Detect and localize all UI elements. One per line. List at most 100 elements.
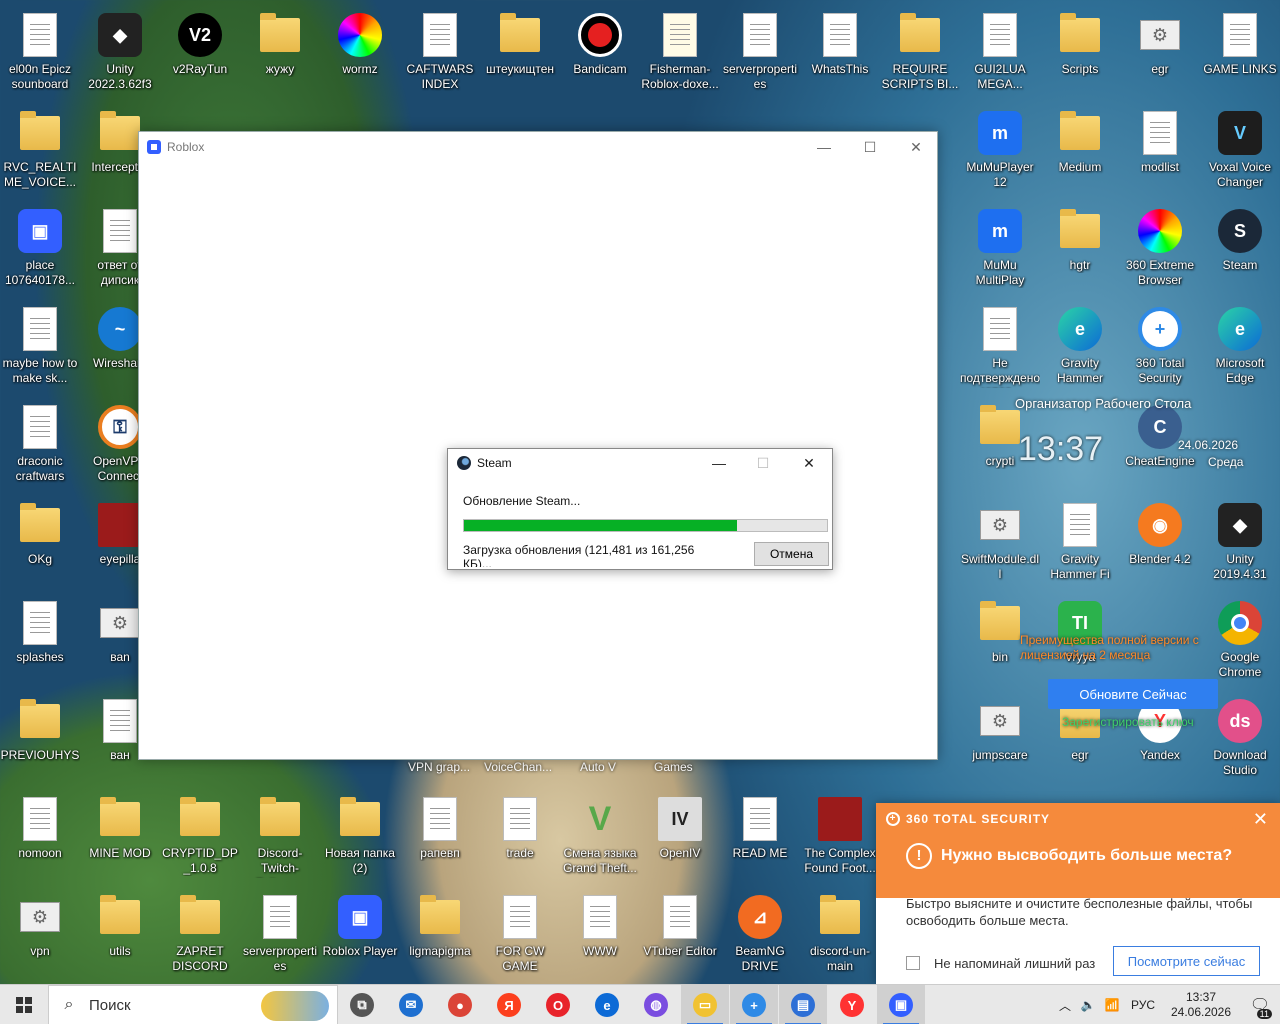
desktop-icon[interactable]: wormz [320,6,400,102]
register-key-link[interactable]: Зарегистрировать ключ [1062,715,1194,729]
desktop-icon[interactable]: ▣ place 107640178... [0,202,80,298]
desktop-icon[interactable]: trade [480,790,560,886]
desktop-icon[interactable]: e Gravity Hammer [1040,300,1120,396]
desktop-icon[interactable]: maybe how to make sk... [0,300,80,396]
desktop-icon[interactable]: VTuber Editor [640,888,720,984]
desktop-icon[interactable]: CAFTWARS INDEX [400,6,480,102]
desktop-icon[interactable]: utils [80,888,160,984]
desktop-icon[interactable]: e Microsoft Edge [1200,300,1280,396]
desktop-icon[interactable]: Новая папка (2) [320,790,400,886]
taskbar-search[interactable]: ⌕ Поиск [48,985,338,1024]
desktop-icon[interactable]: CRYPTID_DP_1.0.8 [160,790,240,886]
taskbar-app-window-app[interactable]: ▤ [779,985,827,1024]
desktop-icon[interactable]: ⚙ vpn [0,888,80,984]
desktop-icon[interactable]: Gravity Hammer Fi [1040,496,1120,592]
taskbar-app-opera[interactable]: O [534,985,582,1024]
desktop-icon[interactable]: ligmapigma [400,888,480,984]
steam-minimize-button[interactable]: — [696,449,742,477]
taskbar-app-mail[interactable]: ✉ [387,985,435,1024]
language-indicator[interactable]: РУС [1124,998,1162,1012]
desktop-icon[interactable]: m MuMuPlayer 12 [960,104,1040,200]
desktop-icon[interactable]: WhatsThis [800,6,880,102]
desktop-icon[interactable]: IV OpenIV [640,790,720,886]
desktop-icon[interactable]: RVC_REALTIME_VOICE... [0,104,80,200]
desktop-icon[interactable]: ⚙ egr [1120,6,1200,102]
steam-close-button[interactable]: ✕ [786,449,832,477]
desktop-icon[interactable]: Bandicam [560,6,640,102]
desktop-icon[interactable]: Не подтверждено 40723... [960,300,1040,396]
desktop-icon[interactable]: REQUIRE SCRIPTS BI... [880,6,960,102]
taskbar-app-edge[interactable]: e [583,985,631,1024]
desktop-icon[interactable]: OKg [0,496,80,592]
view-now-button[interactable]: Посмотрите сейчас [1113,946,1260,976]
network-icon[interactable]: 📶 [1100,998,1124,1012]
desktop-icon[interactable]: Discord-Twitch-Follow-... [240,790,320,886]
desktop-icon[interactable]: el00n Epicz sounboard [0,6,80,102]
tray-overflow-icon[interactable]: ︿ [1054,997,1076,1014]
desktop-icon[interactable]: V Смена языка Grand Theft... [560,790,640,886]
desktop-icon[interactable]: The Complex Found Foot... [800,790,880,886]
dont-remind-label[interactable]: Не напоминай лишний раз [934,956,1095,971]
desktop-icon[interactable]: READ ME [720,790,800,886]
notification-center-icon[interactable]: 🗨 11 [1240,995,1280,1019]
security-notification[interactable]: + 360 TOTAL SECURITY ✕ ! Нужно высвободи… [876,803,1280,984]
desktop-icon[interactable]: Medium [1040,104,1120,200]
roblox-close-button[interactable]: ✕ [893,132,939,162]
desktop-icon[interactable]: Scripts [1040,6,1120,102]
desktop-icon[interactable]: ◆ Unity 2019.4.31 [1200,496,1280,592]
desktop-icon-label-partial[interactable]: VPN grap... [408,760,470,774]
desktop-icon[interactable]: V2 v2RayTun [160,6,240,102]
desktop-icon-label-partial[interactable]: VoiceChan... [484,760,552,774]
desktop-icon[interactable]: S Steam [1200,202,1280,298]
desktop-icon[interactable]: V Voxal Voice Changer [1200,104,1280,200]
desktop-icon[interactable]: рапевп [400,790,480,886]
desktop-icon[interactable]: PREVIOUHYS [0,692,80,788]
roblox-minimize-button[interactable]: — [801,132,847,162]
steam-update-dialog[interactable]: Steam — ☐ ✕ Обновление Steam... Загрузка… [447,448,833,570]
desktop-icon[interactable]: ⚙ jumpscare [960,692,1040,788]
roblox-maximize-button[interactable]: ☐ [847,132,893,162]
roblox-window[interactable]: Roblox — ☐ ✕ [138,131,938,760]
desktop-icon[interactable]: draconic craftwars [0,398,80,494]
desktop-icon[interactable]: GUI2LUA MEGA... [960,6,1040,102]
desktop-icon[interactable]: Fisherman-Roblox-doxe... [640,6,720,102]
desktop-icon[interactable]: +360 Total Security [1120,300,1200,396]
desktop-icon[interactable]: ◉ Blender 4.2 [1120,496,1200,592]
desktop-icon[interactable]: modlist [1120,104,1200,200]
taskbar-app-task-view[interactable]: ⧉ [338,985,386,1024]
desktop-icon[interactable]: 360 Extreme Browser [1120,202,1200,298]
desktop-icon[interactable]: ZAPRET DISCORD [160,888,240,984]
desktop-icon[interactable]: serverproperties [240,888,320,984]
desktop-icon[interactable]: MINE MOD [80,790,160,886]
desktop-icon[interactable]: ◆ Unity 2022.3.62f3 [80,6,160,102]
dont-remind-checkbox[interactable] [906,956,920,970]
desktop-icon-label-partial[interactable]: Auto V [580,760,616,774]
desktop-icon-label-partial[interactable]: Games [654,760,693,774]
desktop-icon[interactable]: жужу [240,6,320,102]
taskbar-app-360-security[interactable]: + [730,985,778,1024]
desktop-icon[interactable]: штеукищтен [480,6,560,102]
desktop-icon[interactable]: ▣ Roblox Player [320,888,400,984]
taskbar-app-yandex-browser[interactable]: Я [485,985,533,1024]
taskbar-app-roblox[interactable]: ▣ [877,985,925,1024]
taskbar-clock[interactable]: 13:37 24.06.2026 [1162,990,1240,1020]
taskbar-app-chrome[interactable]: ● [436,985,484,1024]
start-button[interactable] [0,985,48,1024]
desktop-icon[interactable]: m MuMu MultiPlay [960,202,1040,298]
desktop-icon[interactable]: WWW [560,888,640,984]
steam-cancel-button[interactable]: Отмена [754,542,829,566]
desktop-icon[interactable]: nomoon [0,790,80,886]
desktop-icon[interactable]: hgtr [1040,202,1120,298]
taskbar-app-yandex[interactable]: Y [828,985,876,1024]
security-close-button[interactable]: ✕ [1253,809,1268,830]
desktop-icon[interactable]: FOR CW GAME [480,888,560,984]
desktop-icon[interactable]: discord-un-main [800,888,880,984]
update-now-button[interactable]: Обновите Сейчас [1048,679,1218,709]
desktop-icon[interactable]: ⚙ SwiftModule.dll [960,496,1040,592]
taskbar-app-360-browser[interactable]: ◍ [632,985,680,1024]
desktop-icon[interactable]: serverproperties [720,6,800,102]
volume-icon[interactable]: 🔈 [1076,998,1100,1012]
desktop-icon[interactable]: ⊿ BeamNG DRIVE [720,888,800,984]
desktop-icon[interactable]: GAME LINKS [1200,6,1280,102]
taskbar-app-file-explorer[interactable]: ▭ [681,985,729,1024]
